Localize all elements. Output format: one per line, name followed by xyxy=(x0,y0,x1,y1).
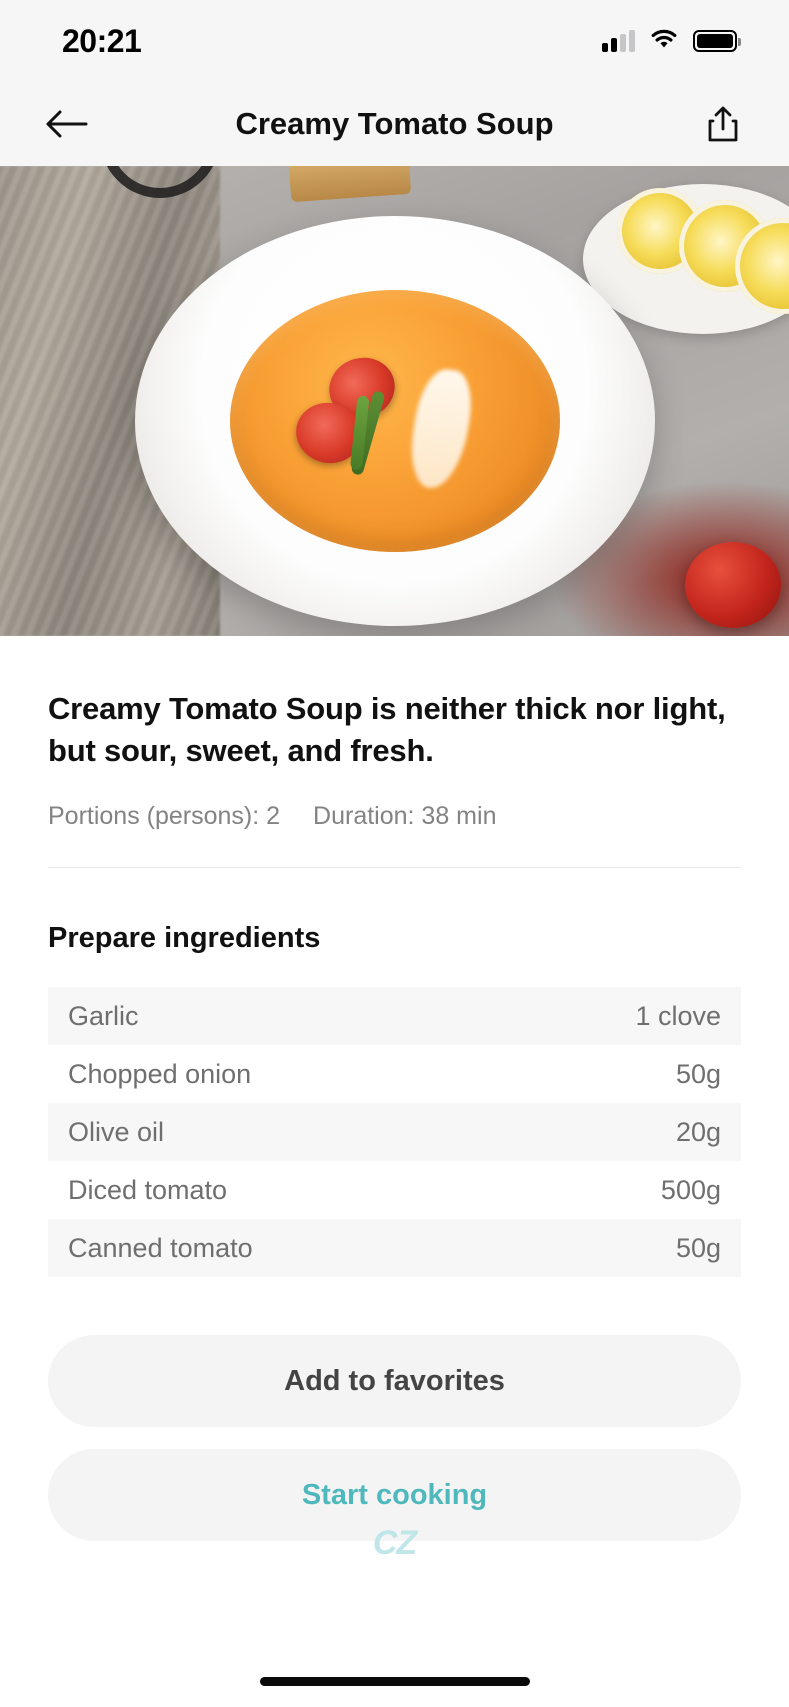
tomato-soup xyxy=(229,290,560,552)
wifi-icon xyxy=(650,28,678,54)
cellular-signal-icon xyxy=(602,30,635,52)
app-screen: 20:21 Creamy Tomato Soup Creamy Tomato S… xyxy=(0,0,789,1707)
ingredients-list: Garlic 1 clove Chopped onion 50g Olive o… xyxy=(48,987,741,1278)
page-title: Creamy Tomato Soup xyxy=(235,106,554,141)
ingredient-name: Garlic xyxy=(68,1000,139,1031)
nav-bar: Creamy Tomato Soup xyxy=(0,82,789,166)
recipe-meta: Portions (persons): 2 Duration: 38 min xyxy=(48,802,741,831)
start-cooking-label: Start cooking xyxy=(301,1478,488,1511)
soup-bowl xyxy=(134,216,655,626)
whole-tomato xyxy=(685,542,781,628)
ingredient-quantity: 50g xyxy=(675,1232,721,1263)
section-divider xyxy=(48,867,741,869)
ingredient-row: Chopped onion 50g xyxy=(48,1045,741,1103)
ingredient-name: Diced tomato xyxy=(68,1174,228,1205)
recipe-hero-image xyxy=(0,166,789,636)
back-arrow-icon[interactable] xyxy=(38,96,94,152)
cream-swirl xyxy=(406,365,477,492)
share-icon[interactable] xyxy=(695,96,751,152)
ingredient-quantity: 20g xyxy=(675,1116,721,1147)
ingredient-name: Canned tomato xyxy=(68,1232,253,1263)
ingredient-quantity: 50g xyxy=(675,1058,721,1089)
battery-full-icon xyxy=(693,30,741,52)
ingredient-name: Olive oil xyxy=(68,1116,165,1147)
start-cooking-button[interactable]: Start cooking CZ xyxy=(48,1449,741,1562)
ingredients-heading: Prepare ingredients xyxy=(48,922,321,955)
ingredient-row: Canned tomato 50g xyxy=(48,1219,741,1278)
home-indicator[interactable] xyxy=(259,1676,530,1686)
status-icons xyxy=(602,28,741,54)
ingredient-quantity: 1 clove xyxy=(635,1000,721,1031)
duration-label: Duration: 38 min xyxy=(313,802,497,831)
ingredient-row: Diced tomato 500g xyxy=(48,1161,741,1219)
status-bar: 20:21 xyxy=(0,0,789,82)
recipe-content: Creamy Tomato Soup is neither thick nor … xyxy=(0,636,789,1655)
recipe-description: Creamy Tomato Soup is neither thick nor … xyxy=(48,691,726,769)
add-to-favorites-button[interactable]: Add to favorites xyxy=(48,1335,741,1428)
ingredient-row: Garlic 1 clove xyxy=(48,987,741,1046)
status-time: 20:21 xyxy=(62,22,142,59)
cz-watermark: CZ xyxy=(372,1524,417,1563)
ingredient-row: Olive oil 20g xyxy=(48,1103,741,1162)
ingredient-name: Chopped onion xyxy=(68,1058,252,1089)
home-indicator-area xyxy=(0,1655,789,1707)
portions-label: Portions (persons): 2 xyxy=(48,802,281,831)
ingredient-quantity: 500g xyxy=(660,1174,721,1205)
